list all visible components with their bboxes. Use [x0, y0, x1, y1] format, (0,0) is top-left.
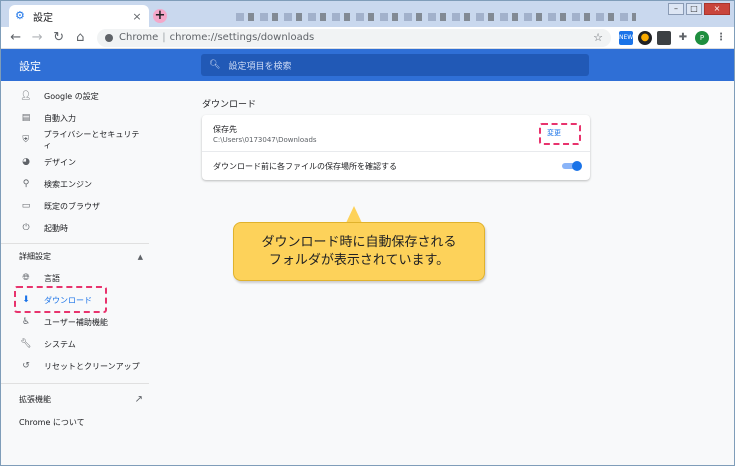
minimize-icon[interactable]: – [668, 3, 684, 15]
accessibility-icon: ♿︎ [21, 317, 31, 327]
callout-line-2: フォルダが表示されています。 [268, 252, 450, 268]
location-label: 保存先 [213, 125, 237, 134]
sidebar-item-label: リセットとクリーンアップ [44, 361, 140, 371]
back-icon[interactable]: ← [7, 29, 25, 47]
sidebar-item-label: 自動入力 [44, 113, 76, 123]
search-icon: ⚲ [22, 179, 30, 189]
sidebar-item-default-browser[interactable]: ▭ 既定のブラウザ [19, 197, 143, 215]
sidebar-item-system[interactable]: 🔧︎ システム [19, 335, 143, 353]
search-icon: 🔍︎ [209, 60, 221, 70]
restore-icon: ↺ [22, 361, 30, 371]
card-divider [202, 151, 590, 152]
sidebar-item-appearance[interactable]: ◕ デザイン [19, 153, 143, 171]
sidebar-item-about[interactable]: Chrome について [19, 417, 143, 428]
sidebar-advanced-toggle[interactable]: 詳細設定 ▲ [19, 251, 143, 262]
omnibox-separator: | [162, 32, 166, 43]
chevron-up-icon: ▲ [137, 252, 143, 261]
settings-sidebar: 👤︎ Google の設定 ▤ 自動入力 ⛨ プライバシーとセキュリティ ◕ デ… [1, 81, 151, 465]
bookmark-star-icon[interactable]: ☆ [593, 31, 603, 44]
sidebar-item-label: Google の設定 [44, 91, 99, 101]
sidebar-item-label: プライバシーとセキュリティ [43, 130, 140, 150]
ask-where-toggle[interactable] [562, 161, 582, 171]
browser-window: ⚙ 設定 × + – □ × ← → ↻ ⌂ Chrome | chrome:/… [0, 0, 735, 466]
sidebar-divider [1, 383, 149, 384]
location-path: C:\Users\0173047\Downloads [213, 136, 317, 144]
sidebar-item-on-startup[interactable]: ⏻ 起動時 [19, 219, 143, 237]
power-icon: ⏻ [22, 223, 30, 233]
address-bar[interactable]: Chrome | chrome://settings/downloads ☆ [97, 28, 611, 47]
tab-settings[interactable]: ⚙ 設定 × [9, 5, 149, 27]
window-controls: – □ × [668, 3, 730, 15]
advanced-label: 詳細設定 [19, 252, 51, 261]
forward-icon[interactable]: → [29, 29, 47, 47]
wrench-icon: 🔧︎ [20, 339, 32, 349]
search-placeholder: 設定項目を検索 [228, 61, 292, 72]
sidebar-item-reset[interactable]: ↺ リセットとクリーンアップ [19, 357, 143, 375]
home-icon[interactable]: ⌂ [72, 29, 90, 47]
toggle-knob [572, 161, 582, 171]
sidebar-item-label: システム [44, 339, 76, 349]
sidebar-item-label: ユーザー補助機能 [44, 317, 108, 327]
settings-search-input[interactable]: 🔍︎ 設定項目を検索 [201, 54, 589, 76]
image-icon[interactable] [656, 30, 671, 45]
extension-icons: NEW ● ✚ P ⋮ [618, 30, 728, 45]
sidebar-item-label: 起動時 [44, 223, 68, 233]
tab-strip: ⚙ 設定 × + – □ × [1, 1, 734, 27]
extensions-label: 拡張機能 [19, 395, 51, 404]
palette-icon: ◕ [22, 157, 30, 167]
sidebar-item-languages[interactable]: 🌐︎ 言語 [19, 269, 143, 287]
callout-line-1: ダウンロード時に自動保存される [261, 234, 457, 250]
person-icon: 👤︎ [20, 91, 32, 101]
sidebar-item-label: デザイン [44, 157, 76, 167]
site-info-icon[interactable] [105, 33, 113, 42]
sidebar-item-privacy[interactable]: ⛨ プライバシーとセキュリティ [19, 130, 143, 150]
sidebar-item-accessibility[interactable]: ♿︎ ユーザー補助機能 [19, 313, 143, 331]
open-in-new-icon: ↗ [134, 394, 143, 405]
puzzle-icon[interactable]: ✚ [676, 31, 690, 45]
ask-where-label: ダウンロード前に各ファイルの保存場所を確認する [213, 162, 397, 171]
omnibox-prefix: Chrome [119, 32, 159, 43]
sidebar-item-extensions[interactable]: 拡張機能 ↗ [19, 394, 143, 405]
clipboard-icon: ▤ [21, 113, 31, 123]
sidebar-item-search-engine[interactable]: ⚲ 検索エンジン [19, 175, 143, 193]
close-tab-icon[interactable]: × [131, 10, 143, 23]
settings-header: 設定 🔍︎ 設定項目を検索 [1, 49, 734, 81]
annotation-callout: ダウンロード時に自動保存される フォルダが表示されています。 [233, 222, 485, 281]
sidebar-item-google[interactable]: 👤︎ Google の設定 [19, 87, 143, 105]
downloads-card: 保存先 C:\Users\0173047\Downloads 変更 ダウンロード… [202, 115, 590, 180]
sidebar-item-label: 既定のブラウザ [44, 201, 100, 211]
menu-icon[interactable]: ⋮ [714, 31, 728, 45]
browser-icon: ▭ [21, 201, 31, 211]
page-title: 設定 [19, 60, 41, 73]
new-tab-button[interactable]: + [153, 9, 167, 23]
downloads-highlight-box [14, 286, 107, 313]
reload-icon[interactable]: ↻ [50, 29, 68, 47]
extension-dot-icon[interactable]: ● [637, 30, 652, 45]
omnibox-url[interactable]: chrome://settings/downloads [170, 32, 593, 43]
sidebar-item-label: 言語 [44, 273, 60, 283]
browser-toolbar: ← → ↻ ⌂ Chrome | chrome://settings/downl… [1, 27, 734, 49]
callout-tail [346, 206, 362, 223]
sidebar-divider [1, 243, 149, 244]
tab-title: 設定 [33, 12, 53, 24]
sidebar-item-autofill[interactable]: ▤ 自動入力 [19, 109, 143, 127]
close-window-icon[interactable]: × [704, 3, 730, 15]
globe-icon: 🌐︎ [22, 273, 30, 283]
change-button-highlight-box [539, 123, 581, 145]
taskbar-thumbnails [236, 13, 636, 21]
profile-avatar-icon[interactable]: P [694, 30, 709, 45]
sidebar-item-label: 検索エンジン [44, 179, 92, 189]
maximize-icon[interactable]: □ [686, 3, 702, 15]
new-badge-icon[interactable]: NEW [618, 30, 633, 45]
section-title: ダウンロード [202, 100, 257, 110]
about-label: Chrome について [19, 418, 85, 427]
shield-icon: ⛨ [22, 135, 30, 145]
gear-icon: ⚙ [15, 9, 25, 22]
